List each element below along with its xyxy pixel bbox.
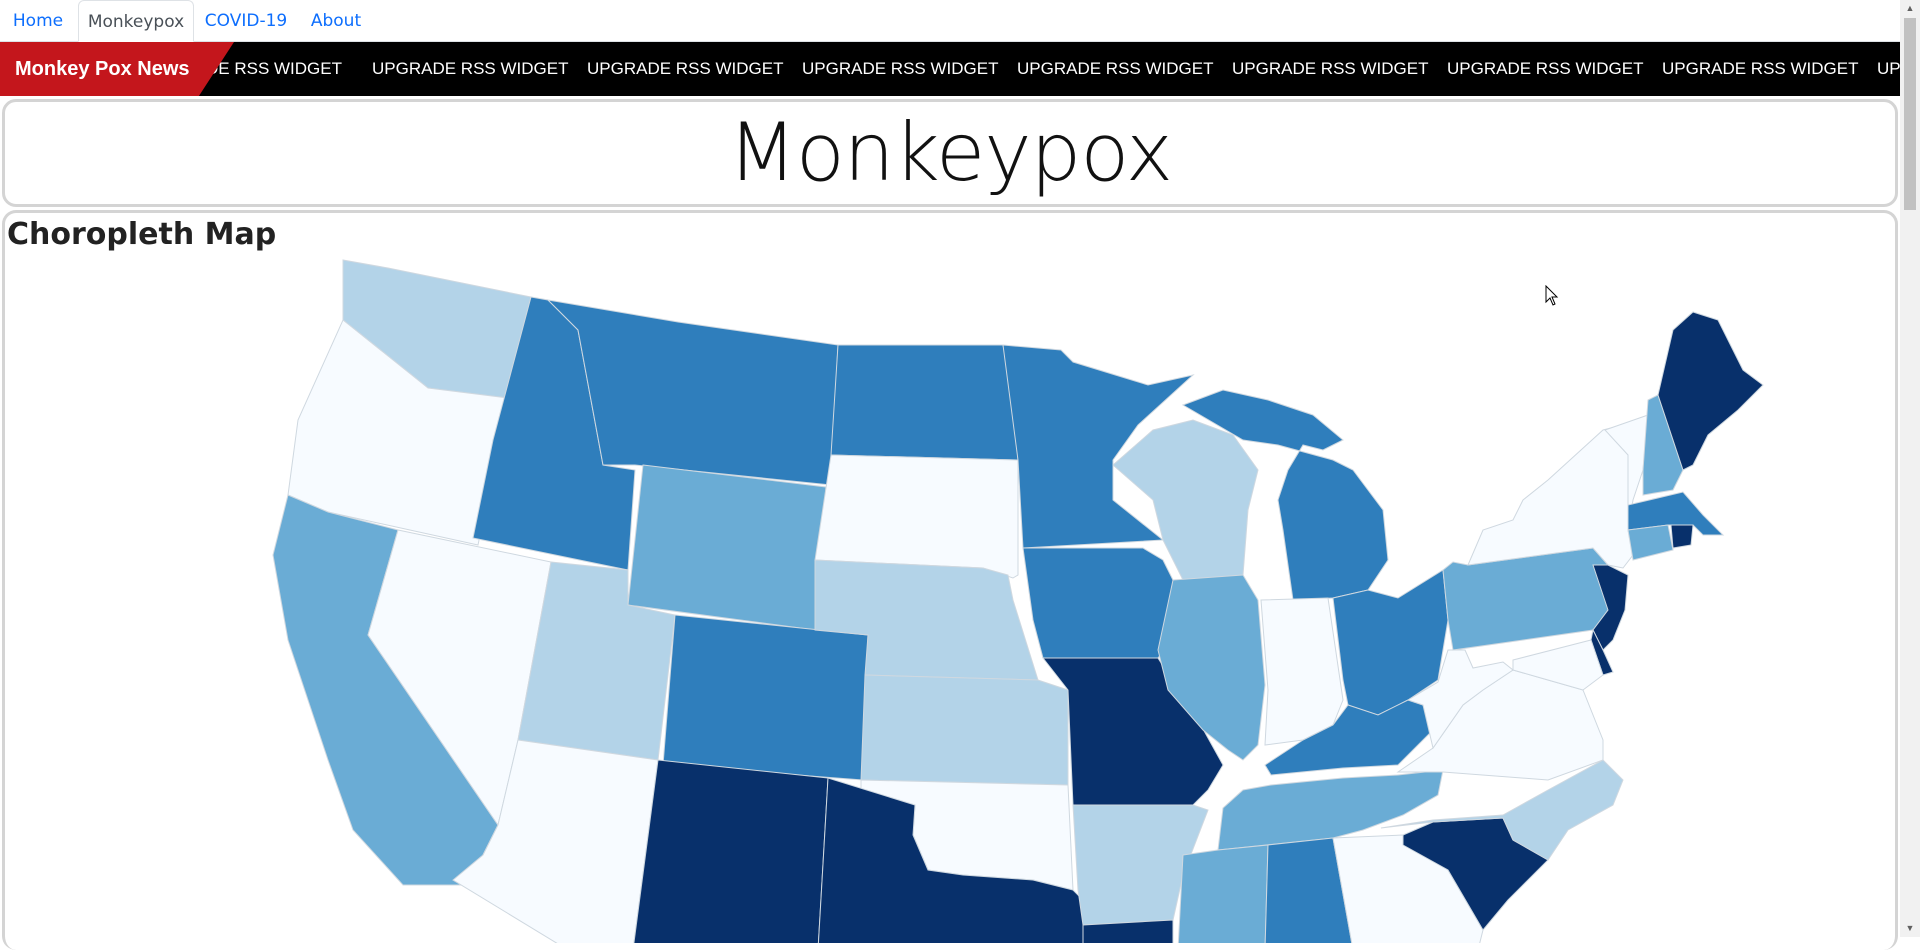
mouse-cursor-icon <box>1545 285 1559 306</box>
state-nd[interactable] <box>830 344 1019 461</box>
page-title: Monkeypox <box>727 106 1173 199</box>
map-panel: Choropleth Map <box>2 210 1898 950</box>
state-ny[interactable] <box>1467 424 1634 569</box>
state-ia[interactable] <box>1022 547 1184 659</box>
state-ri[interactable] <box>1670 524 1694 549</box>
state-ks[interactable] <box>860 674 1069 786</box>
ticker-item[interactable]: UPGRADE RSS WIDGET <box>1232 42 1447 96</box>
ticker-item[interactable]: UPGRADE RSS WIDGET <box>1447 42 1662 96</box>
title-panel: Monkeypox <box>2 99 1898 207</box>
tab-monkeypox[interactable]: Monkeypox <box>78 0 194 42</box>
ticker-item[interactable]: UPGRADE RSS WIDGET <box>802 42 1017 96</box>
state-in[interactable] <box>1260 597 1344 746</box>
choropleth-map <box>272 259 1764 943</box>
tab-home[interactable]: Home <box>6 0 70 41</box>
state-ct[interactable] <box>1627 524 1674 561</box>
state-wy[interactable] <box>627 464 827 631</box>
ticker-item[interactable]: UPGRADE RSS WIDGET <box>372 42 587 96</box>
tab-about[interactable]: About <box>304 0 368 41</box>
ticker-item[interactable]: DE RSS WIDGET <box>206 42 372 96</box>
state-sd[interactable] <box>814 454 1019 579</box>
scroll-thumb[interactable] <box>1904 18 1916 210</box>
state-ms[interactable] <box>1177 844 1269 943</box>
scroll-up-arrow-icon[interactable]: ▲ <box>1900 0 1920 17</box>
ticker-label: Monkey Pox News <box>0 42 234 96</box>
scroll-down-arrow-icon[interactable]: ▼ <box>1900 920 1920 937</box>
state-nm[interactable] <box>633 759 829 943</box>
nav-tabs: Home Monkeypox COVID-19 About <box>0 0 1900 42</box>
ticker-item[interactable]: UPGRADE RSS WIDGET <box>587 42 802 96</box>
state-pa[interactable] <box>1442 547 1609 651</box>
tab-covid-19[interactable]: COVID-19 <box>200 0 292 41</box>
state-co[interactable] <box>662 614 869 781</box>
ticker-track: DE RSS WIDGET UPGRADE RSS WIDGET UPGRADE R… <box>206 42 1900 96</box>
ticker-item[interactable]: UPGRADE RSS WIDGET <box>1017 42 1232 96</box>
news-ticker: DE RSS WIDGET UPGRADE RSS WIDGET UPGRADE R… <box>0 42 1900 96</box>
ticker-item[interactable]: UPG <box>1877 42 1900 96</box>
vertical-scrollbar[interactable]: ▲ ▼ <box>1900 0 1920 937</box>
ticker-item[interactable]: UPGRADE RSS WIDGET <box>1662 42 1877 96</box>
